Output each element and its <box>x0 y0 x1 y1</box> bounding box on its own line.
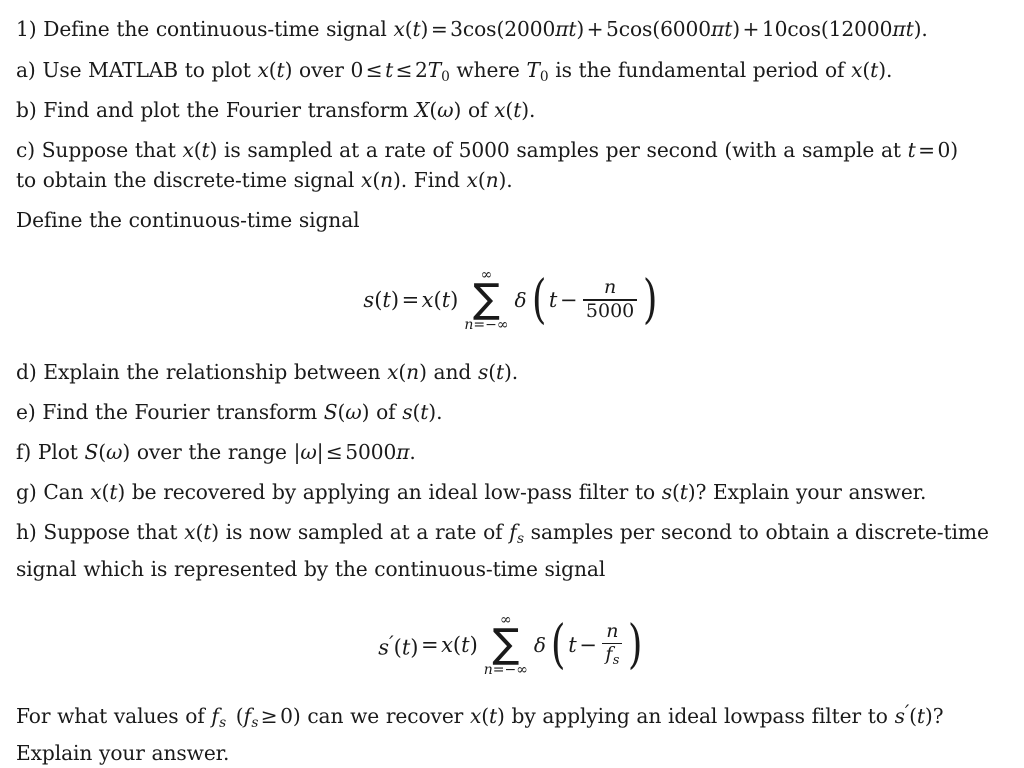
part-b-line: b) Find and plot the Fourier transform X… <box>16 95 1008 125</box>
eq2-minus: − <box>579 632 597 657</box>
closing-paragraph: For what values of fs (fs ≥0) can we reco… <box>16 698 1008 768</box>
eq1-minus: − <box>559 287 578 312</box>
right-paren: ) <box>643 269 658 330</box>
part-f-line: f) Plot S(ω) over the range |ω| ≤5000π. <box>16 437 1008 467</box>
closing-text: For what values of fs (fs ≥0) can we reco… <box>16 701 944 766</box>
part-d-text: Explain the relationship between x(n) an… <box>43 360 519 384</box>
sum-lower-limit: n=−∞ <box>464 316 509 333</box>
sum-lower-limit: n=−∞ <box>483 661 528 678</box>
eq2-lhs: s′(t) <box>378 630 419 660</box>
problem-statement-line: 1) Define the continuous-time signal x(t… <box>16 14 1008 44</box>
signal-definition-equation: x(t) = 3cos(2000πt) +5cos(6000πt) +10cos(120… <box>393 17 928 41</box>
part-h-text: Suppose that x(t) is now sampled at a ra… <box>16 520 989 581</box>
define-signal-line: Define the continuous-time signal <box>16 205 1008 235</box>
summation-operator: ∞ ∑ n=−∞ <box>484 613 528 677</box>
part-e-label: e) <box>16 400 36 424</box>
equation-s-prime-of-t-row: s′(t) = x(t) ∞ ∑ n=−∞ δ ( t − n fs ) <box>378 613 645 677</box>
document-page: 1) Define the continuous-time signal x(t… <box>0 0 1024 768</box>
part-f-label: f) <box>16 440 32 464</box>
part-g-text: Can x(t) be recovered by applying an ide… <box>43 480 927 504</box>
equation-s-of-t: s(t) = x(t) ∞ ∑ n=−∞ δ ( t − n 5000 ) <box>0 268 1024 332</box>
summation-operator: ∞ ∑ n=−∞ <box>464 268 508 332</box>
eq1-equals: = <box>401 287 420 312</box>
define-signal-text: Define the continuous-time signal <box>16 208 360 232</box>
eq2-equals: = <box>420 632 439 657</box>
sigma-icon: ∑ <box>472 276 500 322</box>
part-a-line: a) Use MATLAB to plot x(t) over 0 ≤ t ≤2T0 … <box>16 55 1008 92</box>
equation-s-prime-of-t: s′(t) = x(t) ∞ ∑ n=−∞ δ ( t − n fs ) <box>0 613 1024 677</box>
fraction-denominator: 5000 <box>585 299 635 322</box>
fraction-numerator: n <box>603 276 617 299</box>
part-d-label: d) <box>16 360 37 384</box>
left-paren: ( <box>531 269 547 330</box>
part-c-line: c) Suppose that x(t) is sampled at a rat… <box>16 135 1008 195</box>
part-b-label: b) <box>16 98 37 122</box>
part-c-label: c) <box>16 138 35 162</box>
fraction-numerator: n <box>606 620 619 643</box>
part-a-text: Use MATLAB to plot x(t) over 0 ≤ t ≤2T0 whe… <box>42 58 893 85</box>
part-e-text: Find the Fourier transform S(ω) of s(t). <box>42 400 443 424</box>
part-h-label: h) <box>16 520 37 544</box>
part-g-label: g) <box>16 480 37 504</box>
eq2-rhs-factor: x(t) <box>441 632 478 657</box>
part-h-line: h) Suppose that x(t) is now sampled at a… <box>16 517 1008 584</box>
problem-number: 1) <box>16 17 37 41</box>
part-b-text: Find and plot the Fourier transform X(ω)… <box>43 98 536 122</box>
equation-s-of-t-row: s(t) = x(t) ∞ ∑ n=−∞ δ ( t − n 5000 ) <box>363 268 660 332</box>
eq2-delta-arg-var: t <box>568 632 577 657</box>
fraction-n-over-fs: n fs <box>602 620 623 669</box>
part-f-text: Plot S(ω) over the range |ω| ≤5000π. <box>37 440 416 464</box>
fraction-denominator: fs <box>605 643 620 669</box>
eq1-lhs: s(t) <box>363 287 400 312</box>
part-g-line: g) Can x(t) be recovered by applying an … <box>16 477 1008 507</box>
delta-icon: δ <box>514 287 527 312</box>
part-e-line: e) Find the Fourier transform S(ω) of s(… <box>16 397 1008 427</box>
left-paren: ( <box>550 614 566 675</box>
sigma-icon: ∑ <box>492 621 520 667</box>
part-a-label: a) <box>16 58 36 82</box>
eq1-rhs-factor: x(t) <box>421 287 459 312</box>
eq1-delta-arg-var: t <box>548 287 558 312</box>
fraction-n-over-5000: n 5000 <box>582 276 638 322</box>
right-paren: ) <box>628 614 643 675</box>
part-c-text: Suppose that x(t) is sampled at a rate o… <box>16 138 958 192</box>
delta-icon: δ <box>533 632 546 657</box>
part-d-line: d) Explain the relationship between x(n)… <box>16 357 1008 387</box>
problem-intro-text: Define the continuous-time signal <box>43 17 387 41</box>
